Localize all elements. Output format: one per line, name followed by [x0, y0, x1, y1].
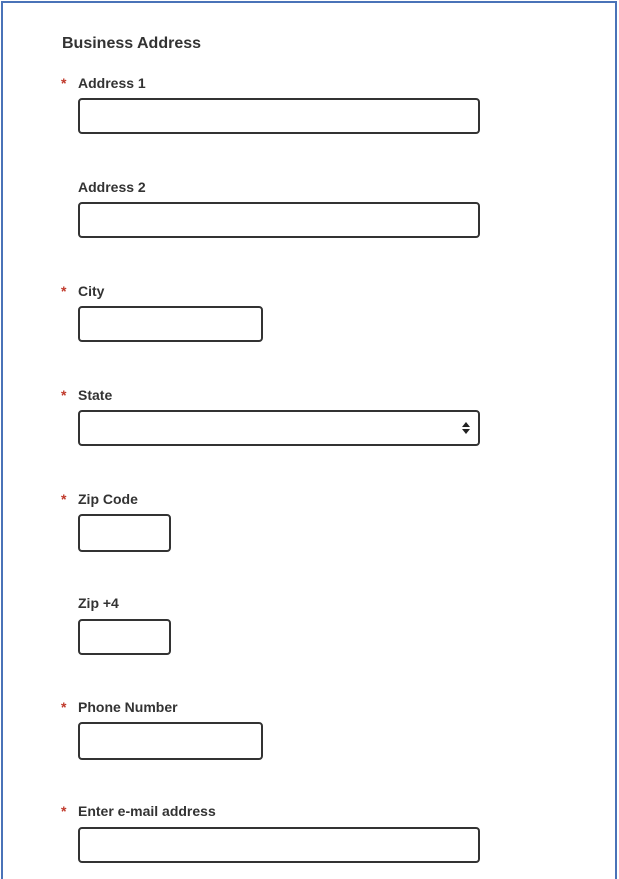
address2-input[interactable]: [78, 202, 480, 238]
email-input[interactable]: [78, 827, 480, 863]
section-title: Business Address: [62, 35, 202, 52]
address1-label: Address 1: [78, 75, 146, 91]
required-marker: *: [61, 75, 67, 91]
zip4-input[interactable]: [78, 619, 171, 655]
address1-input[interactable]: [78, 98, 480, 134]
city-label: City: [78, 283, 105, 299]
up-down-caret-icon: [462, 422, 470, 434]
zip-input[interactable]: [78, 514, 171, 552]
required-marker: *: [61, 283, 67, 299]
address2-label: Address 2: [78, 179, 146, 195]
email-label: Enter e-mail address: [78, 803, 216, 819]
state-label: State: [78, 387, 113, 403]
phone-label: Phone Number: [78, 699, 178, 715]
required-marker: *: [61, 803, 67, 819]
phone-input[interactable]: [78, 722, 263, 760]
required-marker: *: [61, 699, 67, 715]
zip-label: Zip Code: [78, 491, 138, 507]
city-input[interactable]: [78, 306, 263, 342]
form-panel: Business Address * Address 1 Address 2 *…: [1, 1, 617, 879]
zip4-label: Zip +4: [78, 595, 119, 611]
state-select[interactable]: [78, 410, 480, 446]
required-marker: *: [61, 491, 67, 507]
required-marker: *: [61, 387, 67, 403]
